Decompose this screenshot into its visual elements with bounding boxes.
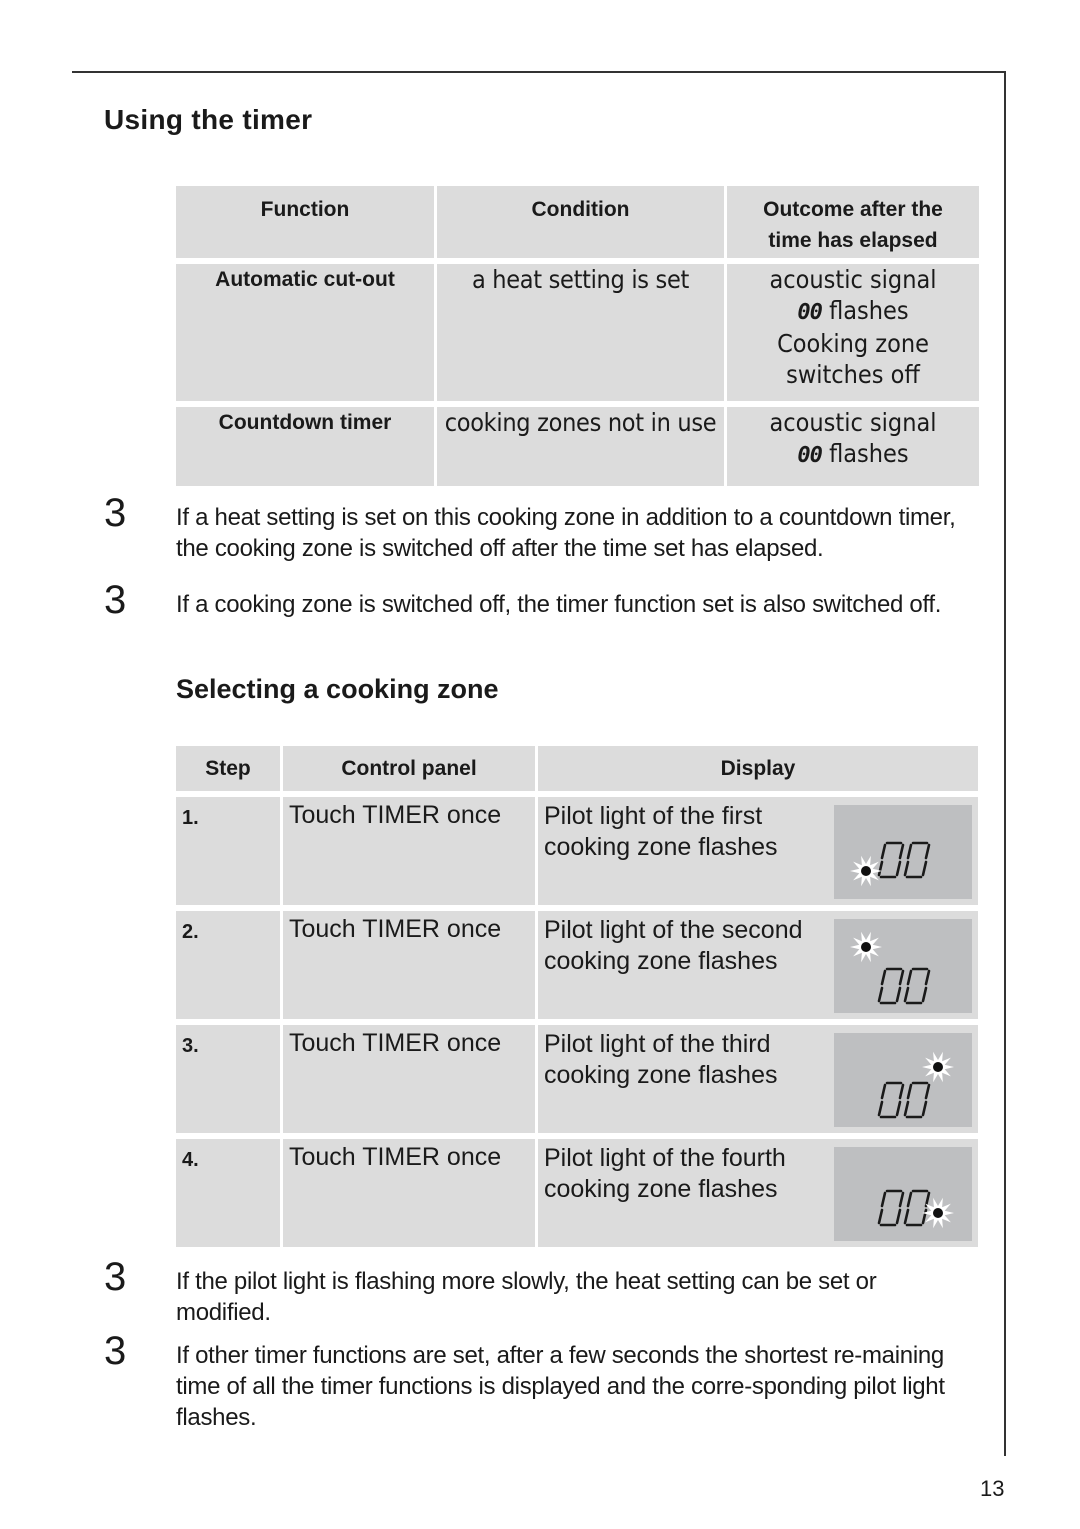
function-cell: Automatic cut-out <box>176 264 434 401</box>
note-text: If a cooking zone is switched off, the t… <box>176 591 942 618</box>
page-frame-right-rule <box>1004 71 1006 1456</box>
lcd-digit <box>877 967 905 1005</box>
outcome-line: acoustic signal <box>769 408 937 437</box>
note-text: If other timer functions are set, after … <box>176 1342 945 1431</box>
lcd-digit <box>877 1189 905 1227</box>
note-bullet-icon: 3 <box>104 1255 126 1299</box>
table-row: Countdown timer cooking zones not in use… <box>176 407 979 486</box>
page-frame-top-rule <box>72 71 1006 73</box>
header-display: Display <box>538 746 978 791</box>
outcome-line: 00 flashes <box>727 438 979 471</box>
outcome-flashes: flashes <box>829 296 909 325</box>
outcome-cell: acoustic signal 00 flashes Cooking zone … <box>727 264 979 401</box>
table-row: 3. Touch TIMER once Pilot light of the t… <box>176 1025 978 1133</box>
display-description: Pilot light of the first cooking zone fl… <box>544 802 778 861</box>
display-description: Pilot light of the fourth cooking zone f… <box>544 1144 786 1203</box>
outcome-cell: acoustic signal 00 flashes <box>727 407 979 486</box>
note-bullet-icon: 3 <box>104 578 126 622</box>
pilot-light-dot-icon <box>933 1208 943 1218</box>
outcome-line: acoustic signal <box>769 265 937 294</box>
table-header-row: Step Control panel Display <box>176 746 978 791</box>
outcome-flashes: flashes <box>829 439 909 468</box>
table-header-row: Function Condition Outcome after the tim… <box>176 186 979 258</box>
control-panel-cell: Touch TIMER once <box>283 1139 535 1247</box>
table-row: Automatic cut-out a heat setting is set … <box>176 264 979 401</box>
lcd-digit <box>903 967 931 1005</box>
control-panel-cell: Touch TIMER once <box>283 911 535 1019</box>
lcd-digit <box>877 1081 905 1119</box>
display-cell: Pilot light of the second cooking zone f… <box>538 911 978 1019</box>
header-outcome-line2: time has elapsed <box>768 229 938 252</box>
outcome-line: switches off <box>786 360 920 389</box>
lcd-display-icon <box>834 1033 972 1127</box>
step-number: 3. <box>176 1025 280 1133</box>
lcd-display-icon <box>834 919 972 1013</box>
control-panel-cell: Touch TIMER once <box>283 797 535 905</box>
table-row: 2. Touch TIMER once Pilot light of the s… <box>176 911 978 1019</box>
step-number: 4. <box>176 1139 280 1247</box>
note-bullet-icon: 3 <box>104 1329 126 1373</box>
display-cell: Pilot light of the first cooking zone fl… <box>538 797 978 905</box>
header-function: Function <box>176 186 434 258</box>
condition-cell: a heat setting is set <box>437 264 724 401</box>
lcd-digits-icon: 00 <box>797 300 822 325</box>
step-number: 1. <box>176 797 280 905</box>
lcd-digit <box>877 841 905 879</box>
function-cell: Countdown timer <box>176 407 434 486</box>
pilot-light-dot-icon <box>933 1062 943 1072</box>
lcd-digit <box>903 841 931 879</box>
condition-cell: cooking zones not in use <box>437 407 724 486</box>
lcd-display-icon <box>834 1147 972 1241</box>
outcome-line: 00 flashes <box>727 295 979 328</box>
lcd-digit <box>903 1189 931 1227</box>
display-cell: Pilot light of the fourth cooking zone f… <box>538 1139 978 1247</box>
page-number: 13 <box>980 1476 1005 1501</box>
display-description: Pilot light of the third cooking zone fl… <box>544 1030 778 1089</box>
table-row: 4. Touch TIMER once Pilot light of the f… <box>176 1139 978 1247</box>
pilot-light-dot-icon <box>861 866 871 876</box>
page-title: Using the timer <box>104 104 313 135</box>
table-row: 1. Touch TIMER once Pilot light of the f… <box>176 797 978 905</box>
lcd-digit <box>903 1081 931 1119</box>
note-bullet-icon: 3 <box>104 491 126 535</box>
outcome-line: Cooking zone <box>777 329 929 358</box>
pilot-light-dot-icon <box>861 942 871 952</box>
display-description: Pilot light of the second cooking zone f… <box>544 916 803 975</box>
note-text: If a heat setting is set on this cooking… <box>176 504 956 562</box>
lcd-display-icon <box>834 805 972 899</box>
header-control-panel: Control panel <box>283 746 535 791</box>
step-number: 2. <box>176 911 280 1019</box>
lcd-digits-icon: 00 <box>797 443 822 468</box>
header-condition: Condition <box>437 186 724 258</box>
display-cell: Pilot light of the third cooking zone fl… <box>538 1025 978 1133</box>
cooking-zone-steps-table: Step Control panel Display 1. Touch TIME… <box>173 743 981 1250</box>
header-step: Step <box>176 746 280 791</box>
section-title: Selecting a cooking zone <box>176 674 499 704</box>
note-text: If the pilot light is flashing more slow… <box>176 1268 877 1326</box>
header-outcome: Outcome after the time has elapsed <box>727 186 979 258</box>
timer-functions-table: Function Condition Outcome after the tim… <box>173 183 982 489</box>
header-outcome-line1: Outcome after the <box>763 198 943 221</box>
control-panel-cell: Touch TIMER once <box>283 1025 535 1133</box>
